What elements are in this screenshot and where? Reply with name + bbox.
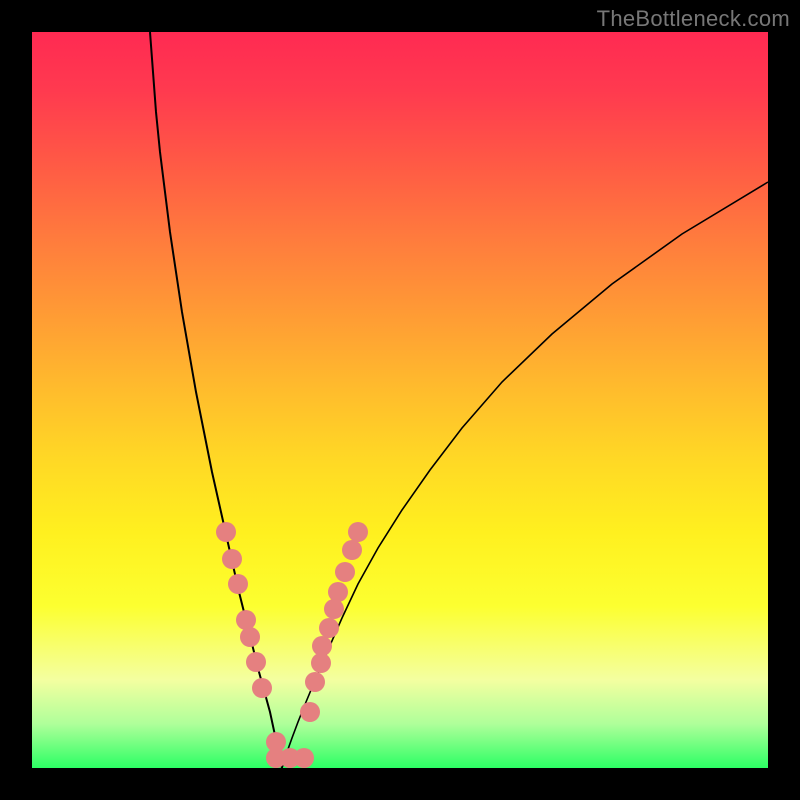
data-point xyxy=(342,540,362,560)
data-point xyxy=(228,574,248,594)
data-point xyxy=(348,522,368,542)
data-point xyxy=(305,672,325,692)
plot-area xyxy=(32,32,768,768)
data-point xyxy=(312,636,332,656)
data-point xyxy=(246,652,266,672)
curve-right xyxy=(282,182,768,768)
data-point xyxy=(216,522,236,542)
data-point xyxy=(294,748,314,768)
data-point xyxy=(300,702,320,722)
data-point xyxy=(252,678,272,698)
data-point xyxy=(335,562,355,582)
watermark-text: TheBottleneck.com xyxy=(597,6,790,32)
data-point xyxy=(236,610,256,630)
data-point xyxy=(324,599,344,619)
data-point xyxy=(311,653,331,673)
chart-svg xyxy=(32,32,768,768)
data-point xyxy=(319,618,339,638)
data-point xyxy=(240,627,260,647)
data-point xyxy=(222,549,242,569)
data-points xyxy=(216,522,368,768)
data-point xyxy=(328,582,348,602)
chart-frame: TheBottleneck.com xyxy=(0,0,800,800)
